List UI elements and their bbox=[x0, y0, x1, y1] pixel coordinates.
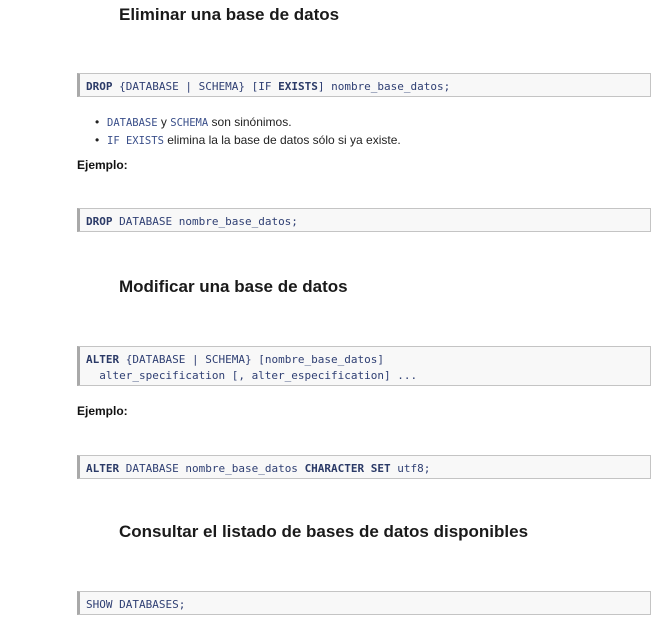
code-text: ] nombre_base_datos; bbox=[317, 80, 451, 93]
code-text: SHOW DATABASES; bbox=[86, 598, 186, 611]
inline-code: IF EXISTS bbox=[107, 135, 164, 147]
list-item: • DATABASE y SCHEMA son sinónimos. bbox=[95, 114, 401, 132]
notes-list: • DATABASE y SCHEMA son sinónimos. • IF EX… bbox=[95, 114, 401, 150]
code-keyword: DROP bbox=[86, 80, 113, 93]
example-label: Ejemplo: bbox=[77, 158, 128, 172]
code-alter-example: ALTER DATABASE nombre_base_datos CHARACT… bbox=[77, 455, 651, 479]
code-text: alter_specification [, alter_especificat… bbox=[86, 369, 418, 382]
code-show-databases: SHOW DATABASES; bbox=[77, 591, 651, 615]
heading-modificar: Modificar una base de datos bbox=[119, 277, 348, 296]
code-text: DATABASE nombre_base_datos; bbox=[112, 215, 298, 228]
code-keyword: ALTER bbox=[86, 353, 120, 366]
bullet-icon: • bbox=[95, 133, 100, 147]
note-text: son sinónimos. bbox=[208, 115, 292, 129]
code-drop-syntax: DROP {DATABASE | SCHEMA} [IF EXISTS] nom… bbox=[77, 73, 651, 97]
example-label: Ejemplo: bbox=[77, 404, 128, 418]
code-text: utf8; bbox=[390, 462, 431, 475]
heading-consultar: Consultar el listado de bases de datos d… bbox=[119, 522, 529, 541]
inline-code: SCHEMA bbox=[170, 117, 209, 129]
code-keyword: ALTER bbox=[86, 462, 120, 475]
code-keyword: CHARACTER SET bbox=[304, 462, 391, 475]
note-text: y bbox=[157, 115, 171, 129]
code-drop-example: DROP DATABASE nombre_base_datos; bbox=[77, 208, 651, 232]
note-text: elimina la la base de datos sólo si ya e… bbox=[163, 133, 401, 147]
code-keyword: DROP bbox=[86, 215, 113, 228]
code-keyword: EXISTS bbox=[278, 80, 318, 93]
bullet-icon: • bbox=[95, 115, 100, 129]
code-text: {DATABASE | SCHEMA} [nombre_base_datos] bbox=[119, 353, 385, 366]
code-alter-syntax: ALTER {DATABASE | SCHEMA} [nombre_base_d… bbox=[77, 346, 651, 386]
code-text: DATABASE nombre_base_datos bbox=[119, 462, 305, 475]
inline-code: DATABASE bbox=[107, 117, 158, 129]
code-text: {DATABASE | SCHEMA} [IF bbox=[112, 80, 279, 93]
heading-eliminar: Eliminar una base de datos bbox=[119, 5, 340, 24]
list-item: • IF EXISTS elimina la la base de datos s… bbox=[95, 132, 401, 150]
